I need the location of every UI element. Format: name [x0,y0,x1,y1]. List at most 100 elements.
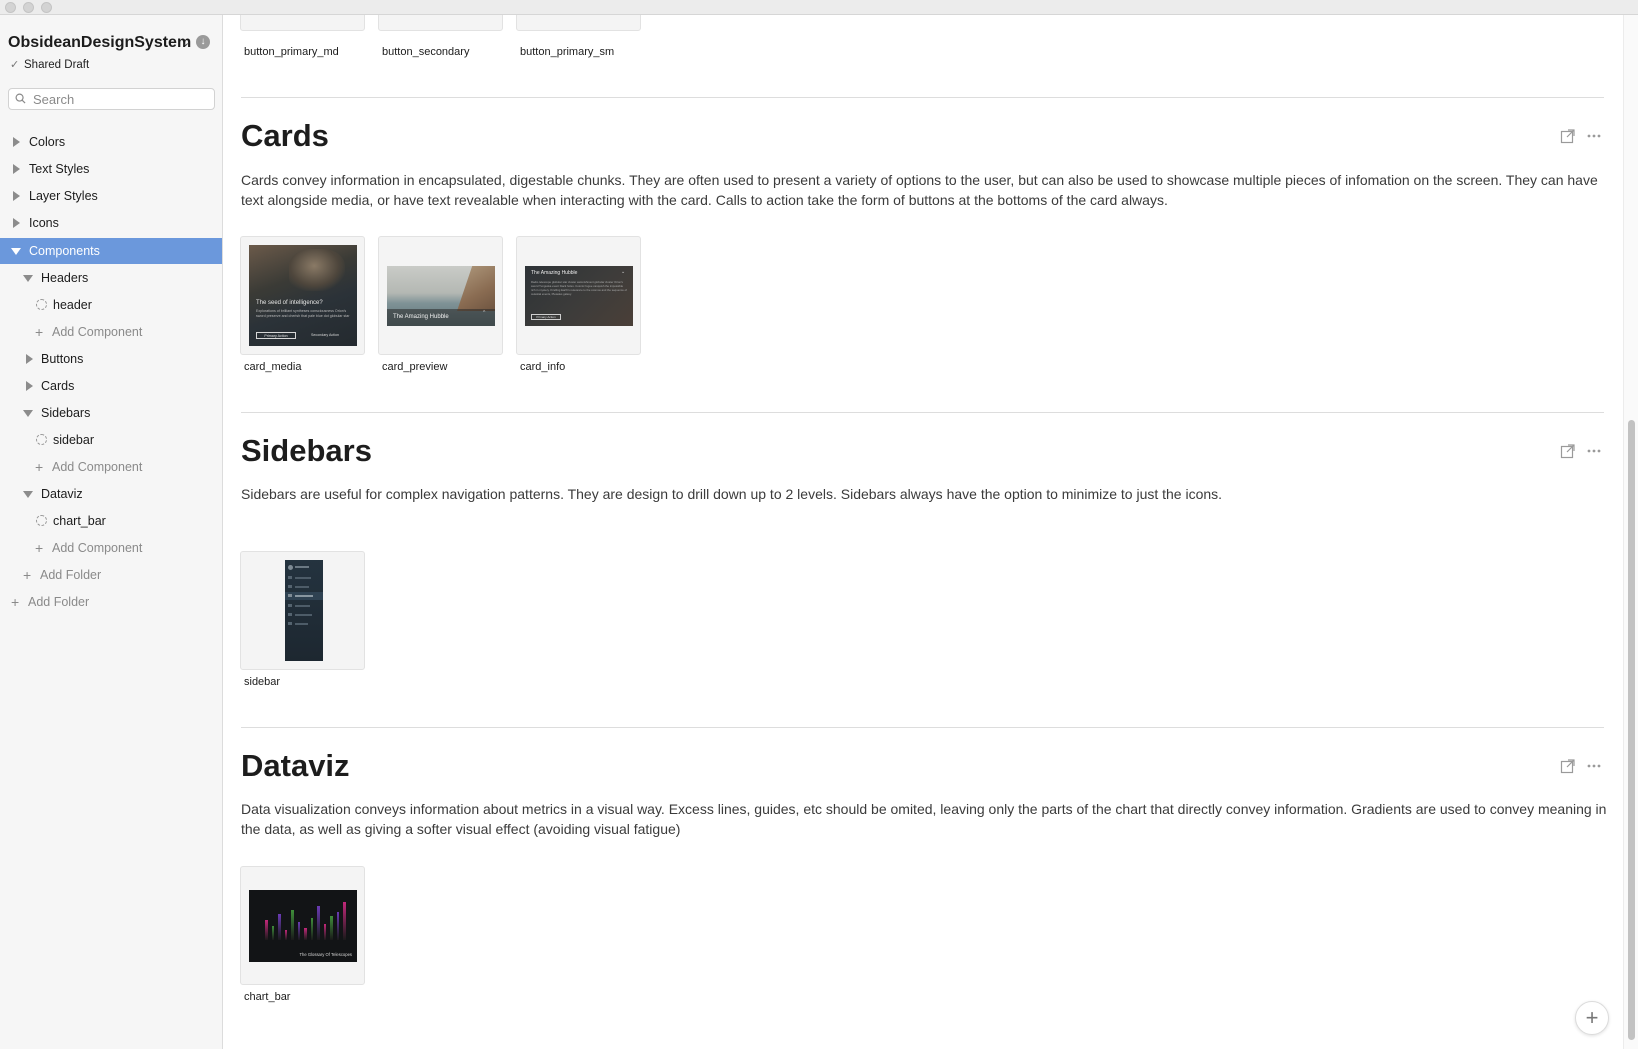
card-media-preview: The seed of intelligence? Explorations o… [249,245,357,346]
sidebar-item-colors[interactable]: Colors [0,129,222,155]
component-thumbnail-card-info[interactable]: The Amazing Hubble ⌄ Radio telescope glo… [516,236,641,355]
preview-bar [291,910,294,940]
disclosure-triangle-icon[interactable] [26,354,33,364]
search-icon [15,93,26,104]
sidebar-item-header[interactable]: header [0,292,222,318]
scrollbar-thumb[interactable] [1628,420,1635,1040]
sidebar-item-sidebar[interactable]: sidebar [0,427,222,453]
component-label[interactable]: sidebar [244,676,280,688]
search-input[interactable] [33,91,209,107]
preview-bar [278,914,281,940]
add-component-sidebars[interactable]: + Add Component [0,454,222,480]
disclosure-triangle-icon[interactable] [13,218,20,228]
chart-bar-preview: The Glossary Of Telescopes [249,890,357,962]
sidebar-preview-icon [288,585,292,588]
close-window-button[interactable] [5,2,16,13]
zoom-window-button[interactable] [41,2,52,13]
add-component-dataviz[interactable]: + Add Component [0,535,222,561]
disclosure-triangle-icon[interactable] [23,410,33,417]
more-icon[interactable] [1586,443,1602,459]
section-title: Cards [241,118,329,153]
chevron-up-icon: ˆ [483,311,486,318]
card-preview-image: The Amazing Hubble ˆ [387,266,495,326]
section-description: Cards convey information in encapsulated… [241,172,1598,208]
checkmark-icon: ✓ [10,59,20,71]
sidebar-item-cards[interactable]: Cards [0,373,222,399]
add-component-headers[interactable]: + Add Component [0,319,222,345]
minimize-window-button[interactable] [23,2,34,13]
section-divider [241,727,1604,728]
sidebar-item-headers[interactable]: Headers [0,265,222,291]
add-folder-root[interactable]: + Add Folder [0,589,222,615]
disclosure-triangle-icon[interactable] [13,164,20,174]
sidebar-item-sidebars[interactable]: Sidebars [0,400,222,426]
component-label[interactable]: card_preview [382,361,447,373]
sidebar-item-components[interactable]: Components [0,238,222,264]
preview-bar [297,922,300,940]
component-thumbnail-card-preview[interactable]: The Amazing Hubble ˆ [378,236,503,355]
disclosure-triangle-icon[interactable] [26,381,33,391]
vertical-scrollbar[interactable] [1623,15,1638,1049]
library-title[interactable]: ObsideanDesignSystem [8,34,191,52]
plus-icon: + [23,567,32,583]
search-box[interactable] [8,88,215,110]
section-description: Data visualization conveys information a… [241,801,1607,837]
more-icon[interactable] [1586,128,1602,144]
add-button[interactable]: + [1575,1001,1609,1035]
open-external-icon[interactable] [1560,443,1576,459]
sidebar-item-dataviz[interactable]: Dataviz [0,481,222,507]
sidebar-item-text-styles[interactable]: Text Styles [0,156,222,182]
disclosure-triangle-icon[interactable] [11,248,21,255]
chevron-down-icon[interactable]: ⌄ [181,36,190,49]
sidebar-preview-icon [288,576,292,579]
sidebar-preview-icon [288,594,292,597]
sidebar-item-label: Icons [29,216,59,230]
card-heading: The Amazing Hubble [393,314,449,320]
add-folder-label: Add Folder [28,595,90,609]
library-status: Shared Draft [24,59,90,71]
sidebar-preview-line [295,614,312,616]
component-thumbnail-sidebar[interactable] [240,551,365,670]
sidebar-preview-icon [288,604,292,607]
card-primary-button: Primary Action [256,332,296,339]
download-icon[interactable]: ↓ [196,35,210,49]
component-label[interactable]: card_media [244,361,301,373]
library-sidebar: ObsideanDesignSystem ⌄ ↓ ✓ Shared Draft … [0,15,223,1049]
plus-icon: + [35,459,44,475]
add-component-label: Add Component [52,325,143,339]
open-external-icon[interactable] [1560,758,1576,774]
plus-icon: + [1585,1005,1599,1030]
component-thumbnail-chart-bar[interactable]: The Glossary Of Telescopes [240,866,365,985]
component-label[interactable]: button_secondary [382,46,469,58]
component-label[interactable]: button_primary_md [244,46,339,58]
sidebar-item-layer-styles[interactable]: Layer Styles [0,183,222,209]
add-folder-components[interactable]: + Add Folder [0,562,222,588]
sidebar-item-label: Sidebars [41,406,91,420]
component-label[interactable]: chart_bar [244,991,290,1003]
card-heading: The Amazing Hubble [531,270,578,276]
section-divider [241,97,1604,98]
sidebar-item-icons[interactable]: Icons [0,210,222,236]
sidebar-item-label: chart_bar [53,514,106,528]
card-secondary-button: Secondary Action [311,333,339,337]
disclosure-triangle-icon[interactable] [13,191,20,201]
disclosure-triangle-icon[interactable] [13,137,20,147]
sidebar-item-label: Text Styles [29,162,90,176]
component-label[interactable]: card_info [520,361,565,373]
component-label[interactable]: button_primary_sm [520,46,614,58]
disclosure-triangle-icon[interactable] [23,275,33,282]
component-thumbnail[interactable] [516,15,641,31]
component-thumbnail-card-media[interactable]: The seed of intelligence? Explorations o… [240,236,365,355]
preview-bar [304,928,307,940]
component-thumbnail[interactable] [378,15,503,31]
sidebar-item-buttons[interactable]: Buttons [0,346,222,372]
main-canvas: button_primary_md button_secondary butto… [223,15,1623,1049]
component-thumbnail[interactable] [240,15,365,31]
disclosure-triangle-icon[interactable] [23,491,33,498]
open-external-icon[interactable] [1560,128,1576,144]
section-description: Sidebars are useful for complex navigati… [241,486,1223,502]
more-icon[interactable] [1586,758,1602,774]
preview-bar [271,926,274,940]
sidebar-item-chart-bar[interactable]: chart_bar [0,508,222,534]
plus-icon: + [35,540,44,556]
